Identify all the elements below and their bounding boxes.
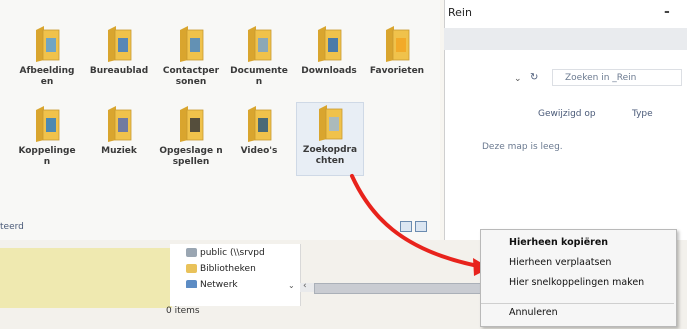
folder-item[interactable]: Muziek [86, 104, 152, 157]
folder-label: Documente n [230, 66, 288, 87]
context-menu: Hierheen kopiëren Hierheen verplaatsen H… [480, 229, 677, 327]
chevron-down-icon[interactable]: ⌄ [288, 281, 295, 290]
menu-item-copy-here[interactable]: Hierheen kopiëren [481, 233, 676, 253]
ribbon-bar [444, 28, 687, 50]
contacts-folder-icon [180, 26, 204, 62]
pictures-folder-icon [36, 26, 60, 62]
scrollbar-thumb[interactable] [314, 283, 501, 294]
saved-games-folder-icon [180, 106, 204, 142]
folder-item[interactable]: Opgeslage n spellen [158, 104, 224, 168]
desktop-background [0, 248, 172, 308]
folder-label: Video's [240, 146, 278, 156]
folder-item[interactable]: Documente n [226, 24, 292, 88]
favorites-folder-icon [386, 26, 410, 62]
links-folder-icon [36, 106, 60, 142]
navigation-tree: public (\\srvpd Bibliotheken Netwerk [170, 244, 301, 306]
folder-item[interactable]: Bureaublad [86, 24, 152, 77]
status-text: teerd [0, 222, 24, 232]
menu-item-cancel[interactable]: Annuleren [481, 303, 676, 323]
window-title: Rein [448, 6, 472, 19]
folder-label: Bureaublad [89, 66, 149, 76]
folder-label: Contactper sonen [162, 66, 220, 87]
folder-item[interactable]: Favorieten [364, 24, 430, 77]
tree-item-public[interactable]: public (\\srvpd [186, 246, 265, 260]
folder-item[interactable]: Downloads [296, 24, 362, 77]
scroll-left-icon[interactable]: ‹ [303, 281, 307, 291]
folder-label: Afbeelding en [19, 66, 75, 87]
folder-label: Opgeslage n spellen [159, 146, 223, 167]
refresh-icon[interactable]: ↻ [530, 72, 538, 83]
folder-item[interactable]: Zoekopdra chten [296, 102, 364, 176]
details-view-icon[interactable] [400, 221, 412, 232]
folder-item[interactable]: Afbeelding en [14, 24, 80, 88]
menu-separator [481, 303, 674, 304]
folder-item[interactable]: Contactper sonen [158, 24, 224, 88]
network-icon [186, 280, 197, 288]
desktop-folder-icon [108, 26, 132, 62]
folder-item[interactable]: Video's [226, 104, 292, 157]
items-count: 0 items [166, 306, 200, 316]
column-header-type[interactable]: Type [632, 109, 653, 119]
folder-label: Zoekopdra chten [302, 145, 358, 166]
documents-folder-icon [248, 26, 272, 62]
search-input[interactable]: Zoeken in _Rein [552, 69, 682, 86]
empty-folder-message: Deze map is leeg. [482, 142, 563, 152]
view-toggle[interactable] [400, 221, 430, 235]
folder-label: Favorieten [369, 66, 425, 76]
folder-label: Downloads [301, 66, 357, 76]
tree-item-network[interactable]: Netwerk [186, 278, 238, 288]
menu-item-move-here[interactable]: Hierheen verplaatsen [481, 253, 676, 273]
minimize-button[interactable]: - [664, 4, 670, 20]
searches-folder-icon [319, 105, 343, 141]
videos-folder-icon [248, 106, 272, 142]
downloads-folder-icon [318, 26, 342, 62]
libraries-icon [186, 264, 197, 273]
column-header-modified[interactable]: Gewijzigd op [538, 109, 596, 119]
address-chevron-icon[interactable]: ⌄ [514, 74, 522, 84]
music-folder-icon [108, 106, 132, 142]
folder-label: Muziek [101, 146, 137, 156]
network-drive-icon [186, 248, 197, 257]
large-icons-view-icon[interactable] [415, 221, 427, 232]
tree-item-libraries[interactable]: Bibliotheken [186, 262, 256, 276]
folder-item[interactable]: Koppelinge n [14, 104, 80, 168]
folder-label: Koppelinge n [18, 146, 76, 167]
menu-item-create-shortcuts[interactable]: Hier snelkoppelingen maken [481, 273, 676, 293]
